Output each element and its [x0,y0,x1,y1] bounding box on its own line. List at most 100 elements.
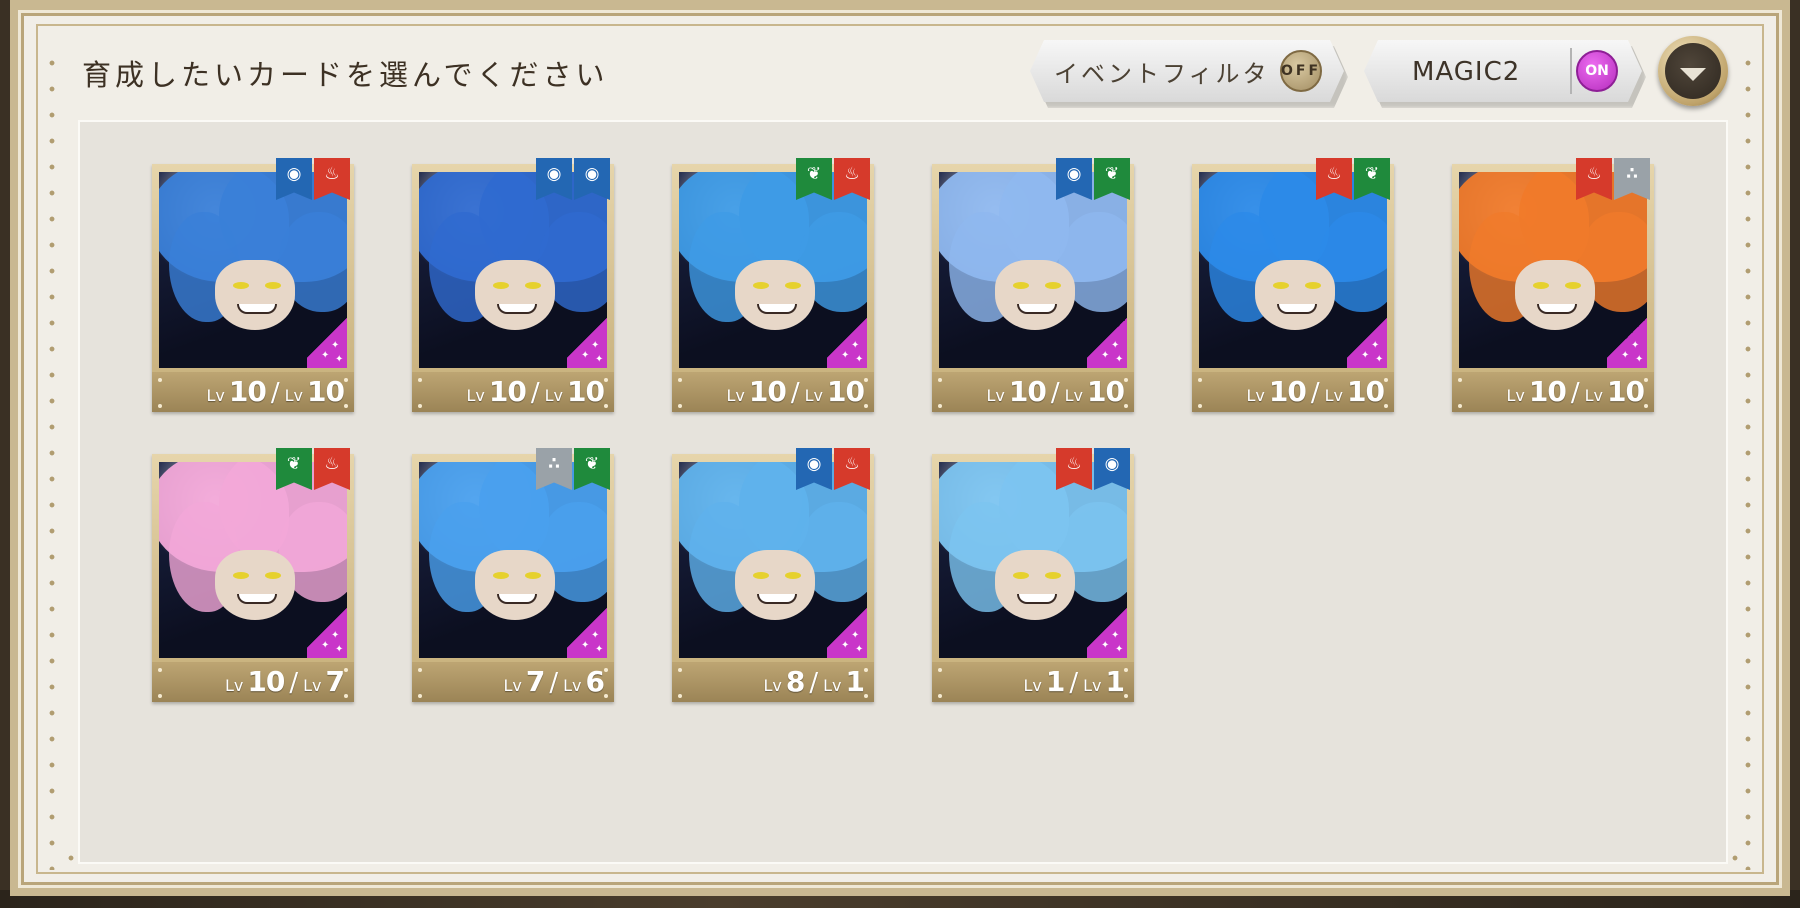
dropdown-inner [1665,43,1721,99]
portrait-mouth [757,594,797,604]
sparkle-icon: ✦ [841,350,850,361]
frame-rivet [418,404,422,408]
event-filter-button[interactable]: イベントフィルタ OFF [1030,40,1344,102]
card-level: 10 [228,375,267,408]
event-filter-toggle[interactable]: OFF [1280,50,1322,92]
sparkle-icon: ✦ [841,640,850,651]
sparkle-icon: ✦ [1621,350,1630,361]
sparkle-icon: ✦ [1631,340,1640,351]
frame-rivet [158,378,162,382]
level-separator: / [270,378,280,408]
card-max-level: 10 [1607,375,1645,408]
sparkle-icon: ✦ [1115,644,1124,655]
level-separator: / [809,668,819,698]
frame-rivet [418,668,422,672]
event-filter-label: イベントフィルタ [1054,59,1270,88]
card-item[interactable]: ✦ ✦ ✦ ◉ ❦ Lv 10/Lv 10 [932,158,1134,412]
chevron-down-icon [1680,67,1706,81]
card-item[interactable]: ✦ ✦ ✦ ♨ ◉ Lv 1/Lv 1 [932,448,1134,702]
rarity-corner-icon: ✦ ✦ ✦ [567,598,607,658]
sparkle-icon: ✦ [855,354,864,365]
card-item[interactable]: ✦ ✦ ✦ ❦ ♨ Lv 10/Lv 10 [672,158,874,412]
card-portrait: ✦ ✦ ✦ [159,462,347,658]
level-prefix-max: Lv [544,386,564,405]
portrait-eye [1533,282,1549,289]
card-level-bar: Lv 10/Lv 10 [412,372,614,412]
card-portrait: ✦ ✦ ✦ [1199,172,1387,368]
frame-rivet [604,404,608,408]
frame-rivet [344,668,348,672]
card-level-bar: Lv 10/Lv 10 [932,372,1134,412]
card-level-bar: Lv 8/Lv 1 [672,662,874,702]
level-prefix-max: Lv [303,676,322,695]
sparkle-icon: ✦ [1361,350,1370,361]
card-item[interactable]: ✦ ✦ ✦ ♨ ∴ Lv 10/Lv 10 [1452,158,1654,412]
sparkle-icon: ✦ [591,340,600,351]
rarity-corner-icon: ✦ ✦ ✦ [1087,598,1127,658]
card-level-bar: Lv 10/Lv 7 [152,662,354,702]
level-prefix-current: Lv [1246,386,1265,405]
magic-filter-divider [1570,48,1572,94]
level-prefix-current: Lv [726,386,745,405]
portrait-face [1255,260,1335,330]
card-item[interactable]: ✦ ✦ ✦ ♨ ❦ Lv 10/Lv 10 [1192,158,1394,412]
card-level: 10 [488,375,527,408]
card-item[interactable]: ✦ ✦ ✦ ∴ ❦ Lv 7/Lv 6 [412,448,614,702]
frame-rivet [938,378,942,382]
level-prefix-max: Lv [1064,386,1084,405]
frame-rivet [1124,668,1128,672]
portrait-mouth [497,594,537,604]
level-prefix-current: Lv [763,676,782,695]
frame-rivet [158,694,162,698]
page-title: 育成したいカードを選んでください [82,58,609,92]
card-portrait: ✦ ✦ ✦ [939,172,1127,368]
sparkle-icon: ✦ [1111,340,1120,351]
rarity-corner-icon: ✦ ✦ ✦ [1607,308,1647,368]
card-item[interactable]: ✦ ✦ ✦ ❦ ♨ Lv 10/Lv 7 [152,448,354,702]
sparkle-icon: ✦ [1111,630,1120,641]
frame-rivet [1124,694,1128,698]
card-max-level: 10 [307,375,345,408]
level-separator: / [1050,378,1060,408]
frame-rivet [864,668,868,672]
card-level: 8 [785,665,806,698]
portrait-mouth [1537,304,1577,314]
card-item[interactable]: ✦ ✦ ✦ ◉ ♨ Lv 8/Lv 1 [672,448,874,702]
card-portrait: ✦ ✦ ✦ [1459,172,1647,368]
level-prefix-current: Lv [1023,676,1042,695]
card-level: 10 [247,665,285,698]
level-prefix-current: Lv [225,676,244,695]
frame-rivet [158,404,162,408]
level-prefix-max: Lv [1324,386,1344,405]
magic-filter-toggle[interactable]: ON [1576,50,1618,92]
level-prefix-max: Lv [563,676,582,695]
portrait-face [215,260,295,330]
level-separator: / [1310,378,1320,408]
portrait-eye [1565,282,1581,289]
magic-filter-button[interactable]: MAGIC2 ON [1364,40,1642,102]
sparkle-icon: ✦ [595,644,604,655]
sparkle-icon: ✦ [1371,340,1380,351]
card-level: 7 [525,665,546,698]
portrait-eye [1045,282,1061,289]
sort-dropdown-button[interactable] [1658,36,1728,106]
rarity-corner-icon: ✦ ✦ ✦ [1347,308,1387,368]
card-max-level: 1 [1105,665,1126,698]
frame-rivet [1458,404,1462,408]
card-grid: ✦ ✦ ✦ ◉ ♨ Lv 10/Lv 10 ✦ ✦ ✦ ◉ ◉ Lv 10/Lv 10 ✦ ✦ ✦ ❦ ♨ Lv 10/Lv… [78,120,1728,864]
card-portrait: ✦ ✦ ✦ [679,172,867,368]
rarity-corner-icon: ✦ ✦ ✦ [1087,308,1127,368]
level-separator: / [549,668,559,698]
portrait-mouth [1017,304,1057,314]
frame-rivet [938,694,942,698]
card-item[interactable]: ✦ ✦ ✦ ◉ ◉ Lv 10/Lv 10 [412,158,614,412]
card-item[interactable]: ✦ ✦ ✦ ◉ ♨ Lv 10/Lv 10 [152,158,354,412]
card-level: 1 [1045,665,1066,698]
rarity-corner-icon: ✦ ✦ ✦ [307,308,347,368]
level-prefix-current: Lv [206,386,225,405]
rarity-corner-icon: ✦ ✦ ✦ [827,308,867,368]
portrait-eye [753,282,769,289]
frame-rivet [864,694,868,698]
level-separator: / [1069,668,1079,698]
rarity-corner-icon: ✦ ✦ ✦ [307,598,347,658]
